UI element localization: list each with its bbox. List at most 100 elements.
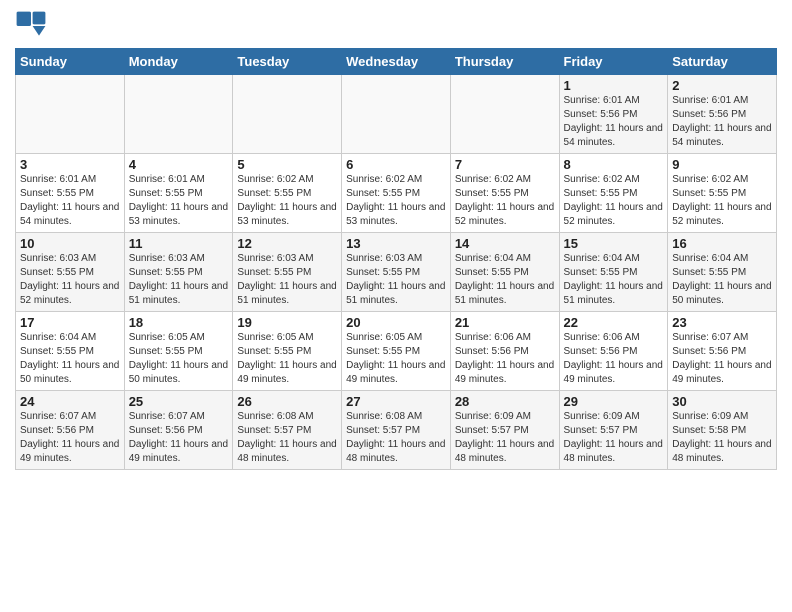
- weekday-header: Tuesday: [233, 49, 342, 75]
- calendar-cell: 26Sunrise: 6:08 AMSunset: 5:57 PMDayligh…: [233, 391, 342, 470]
- day-info: Sunrise: 6:09 AMSunset: 5:57 PMDaylight:…: [564, 410, 664, 466]
- day-info: Sunrise: 6:07 AMSunset: 5:56 PMDaylight:…: [20, 410, 120, 466]
- calendar-cell: 12Sunrise: 6:03 AMSunset: 5:55 PMDayligh…: [233, 233, 342, 312]
- calendar-cell: 1Sunrise: 6:01 AMSunset: 5:56 PMDaylight…: [559, 75, 668, 154]
- calendar-cell: 6Sunrise: 6:02 AMSunset: 5:55 PMDaylight…: [342, 154, 451, 233]
- day-info: Sunrise: 6:05 AMSunset: 5:55 PMDaylight:…: [346, 331, 446, 387]
- calendar-cell: 7Sunrise: 6:02 AMSunset: 5:55 PMDaylight…: [450, 154, 559, 233]
- calendar-week: 1Sunrise: 6:01 AMSunset: 5:56 PMDaylight…: [16, 75, 777, 154]
- day-number: 10: [20, 236, 120, 251]
- page: SundayMondayTuesdayWednesdayThursdayFrid…: [0, 0, 792, 480]
- calendar-week: 3Sunrise: 6:01 AMSunset: 5:55 PMDaylight…: [16, 154, 777, 233]
- day-number: 22: [564, 315, 664, 330]
- day-number: 17: [20, 315, 120, 330]
- day-info: Sunrise: 6:03 AMSunset: 5:55 PMDaylight:…: [237, 252, 337, 308]
- day-info: Sunrise: 6:04 AMSunset: 5:55 PMDaylight:…: [564, 252, 664, 308]
- calendar-cell: 13Sunrise: 6:03 AMSunset: 5:55 PMDayligh…: [342, 233, 451, 312]
- day-number: 14: [455, 236, 555, 251]
- day-number: 6: [346, 157, 446, 172]
- day-info: Sunrise: 6:03 AMSunset: 5:55 PMDaylight:…: [346, 252, 446, 308]
- day-number: 20: [346, 315, 446, 330]
- calendar-week: 17Sunrise: 6:04 AMSunset: 5:55 PMDayligh…: [16, 312, 777, 391]
- day-info: Sunrise: 6:04 AMSunset: 5:55 PMDaylight:…: [672, 252, 772, 308]
- day-number: 13: [346, 236, 446, 251]
- calendar-cell: 28Sunrise: 6:09 AMSunset: 5:57 PMDayligh…: [450, 391, 559, 470]
- calendar-cell: 22Sunrise: 6:06 AMSunset: 5:56 PMDayligh…: [559, 312, 668, 391]
- day-number: 5: [237, 157, 337, 172]
- day-info: Sunrise: 6:04 AMSunset: 5:55 PMDaylight:…: [20, 331, 120, 387]
- day-info: Sunrise: 6:01 AMSunset: 5:56 PMDaylight:…: [564, 94, 664, 150]
- day-number: 29: [564, 394, 664, 409]
- day-number: 18: [129, 315, 229, 330]
- calendar-cell: 17Sunrise: 6:04 AMSunset: 5:55 PMDayligh…: [16, 312, 125, 391]
- calendar-cell: 5Sunrise: 6:02 AMSunset: 5:55 PMDaylight…: [233, 154, 342, 233]
- weekday-header: Sunday: [16, 49, 125, 75]
- calendar-cell: 3Sunrise: 6:01 AMSunset: 5:55 PMDaylight…: [16, 154, 125, 233]
- day-number: 19: [237, 315, 337, 330]
- calendar-cell: 29Sunrise: 6:09 AMSunset: 5:57 PMDayligh…: [559, 391, 668, 470]
- weekday-header: Monday: [124, 49, 233, 75]
- day-info: Sunrise: 6:09 AMSunset: 5:58 PMDaylight:…: [672, 410, 772, 466]
- day-number: 1: [564, 78, 664, 93]
- day-number: 26: [237, 394, 337, 409]
- calendar-cell: [450, 75, 559, 154]
- day-info: Sunrise: 6:03 AMSunset: 5:55 PMDaylight:…: [20, 252, 120, 308]
- day-number: 30: [672, 394, 772, 409]
- day-info: Sunrise: 6:04 AMSunset: 5:55 PMDaylight:…: [455, 252, 555, 308]
- day-info: Sunrise: 6:07 AMSunset: 5:56 PMDaylight:…: [129, 410, 229, 466]
- weekday-header: Wednesday: [342, 49, 451, 75]
- day-number: 28: [455, 394, 555, 409]
- calendar-cell: 16Sunrise: 6:04 AMSunset: 5:55 PMDayligh…: [668, 233, 777, 312]
- calendar-cell: 27Sunrise: 6:08 AMSunset: 5:57 PMDayligh…: [342, 391, 451, 470]
- calendar-cell: 18Sunrise: 6:05 AMSunset: 5:55 PMDayligh…: [124, 312, 233, 391]
- day-number: 23: [672, 315, 772, 330]
- calendar-cell: [16, 75, 125, 154]
- day-info: Sunrise: 6:07 AMSunset: 5:56 PMDaylight:…: [672, 331, 772, 387]
- calendar-cell: 24Sunrise: 6:07 AMSunset: 5:56 PMDayligh…: [16, 391, 125, 470]
- day-info: Sunrise: 6:02 AMSunset: 5:55 PMDaylight:…: [564, 173, 664, 229]
- logo: [15, 10, 51, 42]
- weekday-row: SundayMondayTuesdayWednesdayThursdayFrid…: [16, 49, 777, 75]
- day-number: 24: [20, 394, 120, 409]
- logo-icon: [15, 10, 47, 42]
- day-info: Sunrise: 6:02 AMSunset: 5:55 PMDaylight:…: [455, 173, 555, 229]
- day-number: 25: [129, 394, 229, 409]
- day-number: 9: [672, 157, 772, 172]
- weekday-header: Saturday: [668, 49, 777, 75]
- day-info: Sunrise: 6:01 AMSunset: 5:56 PMDaylight:…: [672, 94, 772, 150]
- day-info: Sunrise: 6:01 AMSunset: 5:55 PMDaylight:…: [20, 173, 120, 229]
- calendar-cell: 23Sunrise: 6:07 AMSunset: 5:56 PMDayligh…: [668, 312, 777, 391]
- calendar-header: SundayMondayTuesdayWednesdayThursdayFrid…: [16, 49, 777, 75]
- weekday-header: Friday: [559, 49, 668, 75]
- header: [15, 10, 777, 42]
- day-info: Sunrise: 6:05 AMSunset: 5:55 PMDaylight:…: [237, 331, 337, 387]
- day-number: 7: [455, 157, 555, 172]
- day-info: Sunrise: 6:06 AMSunset: 5:56 PMDaylight:…: [455, 331, 555, 387]
- day-info: Sunrise: 6:01 AMSunset: 5:55 PMDaylight:…: [129, 173, 229, 229]
- day-info: Sunrise: 6:05 AMSunset: 5:55 PMDaylight:…: [129, 331, 229, 387]
- calendar-week: 10Sunrise: 6:03 AMSunset: 5:55 PMDayligh…: [16, 233, 777, 312]
- day-info: Sunrise: 6:02 AMSunset: 5:55 PMDaylight:…: [237, 173, 337, 229]
- calendar-cell: 11Sunrise: 6:03 AMSunset: 5:55 PMDayligh…: [124, 233, 233, 312]
- day-number: 27: [346, 394, 446, 409]
- day-number: 21: [455, 315, 555, 330]
- calendar-body: 1Sunrise: 6:01 AMSunset: 5:56 PMDaylight…: [16, 75, 777, 470]
- day-number: 3: [20, 157, 120, 172]
- day-info: Sunrise: 6:08 AMSunset: 5:57 PMDaylight:…: [237, 410, 337, 466]
- day-info: Sunrise: 6:06 AMSunset: 5:56 PMDaylight:…: [564, 331, 664, 387]
- calendar-cell: 8Sunrise: 6:02 AMSunset: 5:55 PMDaylight…: [559, 154, 668, 233]
- day-number: 11: [129, 236, 229, 251]
- calendar-cell: 21Sunrise: 6:06 AMSunset: 5:56 PMDayligh…: [450, 312, 559, 391]
- calendar-cell: 19Sunrise: 6:05 AMSunset: 5:55 PMDayligh…: [233, 312, 342, 391]
- calendar-cell: 2Sunrise: 6:01 AMSunset: 5:56 PMDaylight…: [668, 75, 777, 154]
- calendar-cell: 30Sunrise: 6:09 AMSunset: 5:58 PMDayligh…: [668, 391, 777, 470]
- day-info: Sunrise: 6:02 AMSunset: 5:55 PMDaylight:…: [672, 173, 772, 229]
- calendar-cell: 10Sunrise: 6:03 AMSunset: 5:55 PMDayligh…: [16, 233, 125, 312]
- calendar: SundayMondayTuesdayWednesdayThursdayFrid…: [15, 48, 777, 470]
- calendar-cell: 4Sunrise: 6:01 AMSunset: 5:55 PMDaylight…: [124, 154, 233, 233]
- day-number: 12: [237, 236, 337, 251]
- calendar-cell: 20Sunrise: 6:05 AMSunset: 5:55 PMDayligh…: [342, 312, 451, 391]
- day-info: Sunrise: 6:03 AMSunset: 5:55 PMDaylight:…: [129, 252, 229, 308]
- calendar-cell: 15Sunrise: 6:04 AMSunset: 5:55 PMDayligh…: [559, 233, 668, 312]
- calendar-cell: [233, 75, 342, 154]
